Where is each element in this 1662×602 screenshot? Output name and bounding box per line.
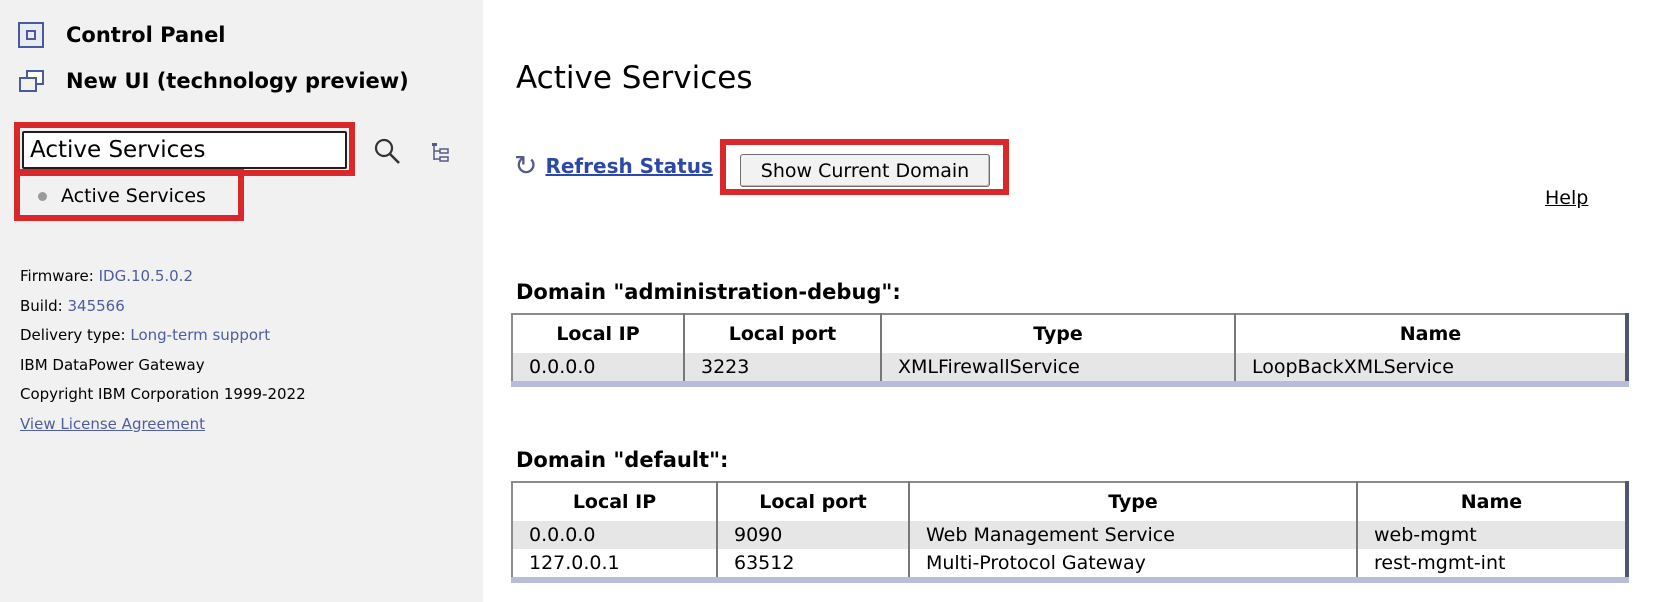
column-header-local-port: Local port — [684, 314, 882, 353]
control-panel-link[interactable]: Control Panel — [18, 22, 226, 48]
cell-local-ip: 127.0.0.1 — [512, 549, 718, 580]
firmware-label: Firmware: — [20, 267, 94, 285]
firmware-info: Firmware: IDG.10.5.0.2 Build: 345566 Del… — [20, 262, 306, 439]
sidebar: Control Panel New UI (technology preview… — [0, 0, 483, 602]
domain-title-default: Domain "default": — [516, 448, 729, 472]
column-header-local-ip: Local IP — [512, 314, 685, 353]
new-ui-label: New UI (technology preview) — [66, 69, 409, 93]
license-link[interactable]: View License Agreement — [20, 415, 205, 433]
refresh-status[interactable]: ↻ Refresh Status — [514, 152, 713, 180]
delivery-line: Delivery type: Long-term support — [20, 321, 306, 351]
firmware-line: Firmware: IDG.10.5.0.2 — [20, 262, 306, 292]
build-value: 345566 — [67, 296, 125, 315]
build-line: Build: 345566 — [20, 292, 306, 322]
cell-name: rest-mgmt-int — [1374, 552, 1506, 574]
page-title: Active Services — [516, 60, 753, 96]
services-table-administration-debug: Local IP Local port Type Name 0.0.0.0 32… — [511, 313, 1629, 387]
column-header-name: Name — [1235, 314, 1627, 353]
column-header-type: Type — [909, 482, 1358, 521]
cell-type: XMLFirewallService — [881, 353, 1236, 384]
cell-type: Web Management Service — [909, 521, 1358, 549]
cell-local-port: 3223 — [684, 353, 882, 384]
cell-local-ip: 0.0.0.0 — [512, 521, 718, 549]
build-label: Build: — [20, 296, 63, 315]
control-panel-label: Control Panel — [66, 23, 226, 47]
table-row: 127.0.0.1 63512 Multi-Protocol Gateway r… — [512, 549, 1627, 580]
product-name: IBM DataPower Gateway — [20, 355, 205, 374]
delivery-label: Delivery type: — [20, 326, 126, 344]
services-table-default: Local IP Local port Type Name 0.0.0.0 90… — [511, 481, 1629, 583]
delivery-value: Long-term support — [130, 326, 271, 344]
new-ui-link[interactable]: New UI (technology preview) — [18, 68, 409, 94]
tree-view-icon[interactable] — [430, 141, 452, 163]
table-header-row: Local IP Local port Type Name — [512, 482, 1627, 521]
search-result-label: Active Services — [61, 185, 206, 207]
cell-name: LoopBackXMLService — [1235, 353, 1627, 384]
new-ui-icon — [18, 68, 44, 94]
help-link[interactable]: Help — [1545, 187, 1588, 209]
copyright-text: Copyright IBM Corporation 1999-2022 — [20, 385, 306, 403]
bullet-icon — [38, 191, 47, 201]
cell-name: web-mgmt — [1357, 521, 1627, 549]
table-row: 0.0.0.0 9090 Web Management Service web-… — [512, 521, 1627, 549]
column-header-local-ip: Local IP — [512, 482, 718, 521]
cell-local-ip: 0.0.0.0 — [512, 353, 685, 384]
cell-local-port: 63512 — [717, 549, 910, 580]
table-header-row: Local IP Local port Type Name — [512, 314, 1627, 353]
search-input[interactable] — [22, 131, 347, 169]
firmware-value: IDG.10.5.0.2 — [98, 267, 193, 285]
search-result-item[interactable]: Active Services — [38, 185, 206, 207]
refresh-status-link[interactable]: Refresh Status — [545, 154, 712, 178]
cell-local-port: 9090 — [717, 521, 910, 549]
column-header-local-port: Local port — [717, 482, 910, 521]
refresh-icon[interactable]: ↻ — [514, 152, 537, 180]
search-icon[interactable] — [372, 136, 402, 166]
cell-type: Multi-Protocol Gateway — [909, 549, 1358, 580]
domain-title-administration-debug: Domain "administration-debug": — [516, 280, 901, 304]
column-header-type: Type — [881, 314, 1236, 353]
control-panel-icon — [18, 22, 44, 48]
show-current-domain-button[interactable]: Show Current Domain — [740, 154, 990, 187]
column-header-name: Name — [1357, 482, 1627, 521]
table-row: 0.0.0.0 3223 XMLFirewallService LoopBack… — [512, 353, 1627, 384]
